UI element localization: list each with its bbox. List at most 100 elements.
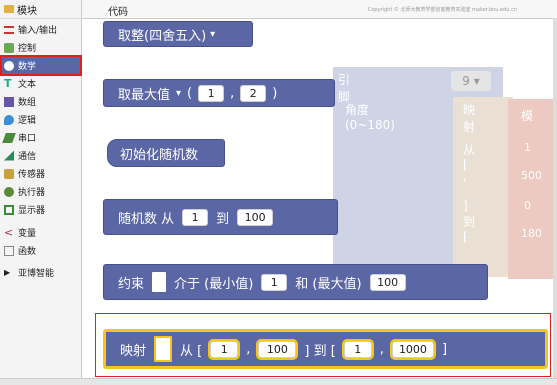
expand-arrow-icon: ▶ [4, 267, 11, 277]
sensor-icon [4, 168, 14, 179]
toolbox-header: 模块 [0, 0, 81, 19]
tab-code[interactable]: 代码 [108, 3, 128, 18]
category-control[interactable]: 控制 [2, 39, 80, 56]
bg-pin-dropdown: 9 ▾ [451, 71, 491, 91]
category-comm[interactable]: 通信 [2, 147, 80, 164]
random-to-label: 到 [216, 211, 230, 227]
category-sensor[interactable]: 传感器 [2, 165, 80, 182]
serial-icon [2, 132, 16, 143]
bg-value: 180 [521, 227, 542, 240]
category-label: 串口 [18, 134, 37, 144]
category-label: 通信 [18, 152, 37, 162]
category-logic[interactable]: 逻辑 [2, 111, 80, 128]
category-label: 变量 [18, 229, 37, 239]
map-input-from-low[interactable]: 1 [208, 338, 241, 360]
random-to-input[interactable]: 100 [237, 208, 274, 226]
category-label: 显示器 [18, 206, 46, 216]
close-bracket: ] [441, 341, 448, 357]
category-label: 控制 [18, 44, 37, 54]
category-label: 数组 [18, 98, 37, 108]
map-block[interactable]: 映射 从 [ 1 , 100 ] 到 [ 1 , 1000 ] [103, 329, 548, 369]
block-workspace[interactable]: 引脚 9 ▾ 角度 (0~180) 映射 模 从 [ ] 到 [ , , 1 5… [83, 19, 553, 379]
bg-angle-label: 角度 (0~180) [345, 103, 395, 132]
random-label: 随机数 从 [118, 211, 175, 227]
close-paren: ) [272, 85, 278, 101]
bg-value: 1 [524, 141, 531, 154]
random-init-label: 初始化随机数 [120, 147, 199, 163]
array-icon [4, 96, 14, 107]
category-function[interactable]: 函数 [2, 242, 80, 259]
function-icon [4, 245, 14, 256]
actuator-icon [4, 186, 14, 197]
bg-pin-label: 引脚 [338, 73, 351, 104]
map-to-label: ] 到 [ [304, 343, 336, 359]
comma: , [379, 341, 384, 357]
copyright-text: Copyright © 北师大教育学部创客教育实验室 maker.bnu.edu… [367, 7, 517, 13]
category-label: 执行器 [18, 188, 46, 198]
bottom-bar [0, 378, 557, 385]
constrain-min-input[interactable]: 1 [261, 273, 288, 291]
bg-comma: , [463, 169, 467, 183]
map-input-from-high[interactable]: 100 [256, 338, 299, 360]
comma: , [230, 85, 235, 101]
bg-map-label: 映射 [463, 103, 476, 134]
category-label: 函数 [18, 247, 37, 257]
category-text[interactable]: T 文本 [2, 75, 80, 92]
toolbox-sidebar: 模块 输入/输出 控制 数学 T 文本 数组 逻辑 串口 通信 传感器 执行器 [0, 0, 82, 385]
category-array[interactable]: 数组 [2, 93, 80, 110]
random-init-block[interactable]: 初始化随机数 [107, 139, 225, 167]
bg-from-label: 从 [ [463, 143, 476, 172]
control-icon [4, 42, 14, 53]
random-from-input[interactable]: 1 [182, 208, 209, 226]
logic-icon [4, 114, 14, 125]
folder-icon [4, 5, 14, 13]
random-block[interactable]: 随机数 从 1 到 100 [103, 199, 338, 235]
category-math[interactable]: 数学 [0, 55, 82, 76]
map-from-label: 从 [ [180, 343, 203, 359]
category-variable[interactable]: < 变量 [2, 224, 80, 241]
max-input-a[interactable]: 1 [198, 84, 225, 102]
max-label: 取最大值 [118, 87, 171, 103]
variable-icon: < [4, 225, 14, 239]
max-input-b[interactable]: 2 [240, 84, 267, 102]
category-io[interactable]: 输入/输出 [2, 21, 80, 38]
category-label: 传感器 [18, 170, 46, 180]
category-label: 亚博智能 [18, 269, 55, 279]
constrain-value-slot[interactable] [152, 272, 167, 292]
io-icon [4, 25, 14, 34]
constrain-label: 约束 [118, 276, 145, 292]
dropdown-arrow-icon[interactable]: ▾ [176, 88, 181, 99]
constrain-between-label: 介于 (最小值) [174, 276, 254, 292]
bg-value: 500 [521, 169, 542, 182]
category-yahboom[interactable]: ▶ 亚博智能 [2, 264, 80, 281]
category-actuator[interactable]: 执行器 [2, 183, 80, 200]
map-value-slot[interactable] [154, 336, 173, 362]
constrain-and-label: 和 (最大值) [295, 276, 362, 292]
top-bar: 代码 Copyright © 北师大教育学部创客教育实验室 maker.bnu.… [82, 0, 557, 19]
max-block[interactable]: 取最大值 ▾ ( 1 , 2 ) [103, 79, 335, 107]
map-input-to-high[interactable]: 1000 [389, 338, 436, 360]
category-display[interactable]: 显示器 [2, 201, 80, 218]
vertical-scrollbar[interactable] [553, 18, 557, 378]
map-label: 映射 [120, 343, 147, 359]
category-label: 数学 [18, 62, 37, 72]
category-label: 输入/输出 [18, 26, 58, 36]
round-block[interactable]: 取整(四舍五入) ▾ [103, 21, 253, 47]
text-icon: T [4, 76, 12, 90]
comm-icon [4, 150, 14, 161]
open-paren: ( [187, 85, 193, 101]
bg-right-label: 模 [521, 109, 534, 123]
bg-comma: , [463, 227, 467, 241]
bg-pin-value: 9 [462, 74, 470, 88]
math-icon [4, 60, 14, 71]
constrain-max-input[interactable]: 100 [369, 273, 406, 291]
display-icon [4, 204, 14, 215]
toolbox-title: 模块 [17, 5, 37, 17]
category-label: 逻辑 [18, 116, 37, 126]
dropdown-arrow-icon[interactable]: ▾ [210, 29, 215, 40]
map-input-to-low[interactable]: 1 [341, 338, 374, 360]
category-serial[interactable]: 串口 [2, 129, 80, 146]
constrain-block[interactable]: 约束 介于 (最小值) 1 和 (最大值) 100 [103, 264, 488, 300]
comma: , [246, 341, 251, 357]
category-label: 文本 [18, 80, 37, 90]
